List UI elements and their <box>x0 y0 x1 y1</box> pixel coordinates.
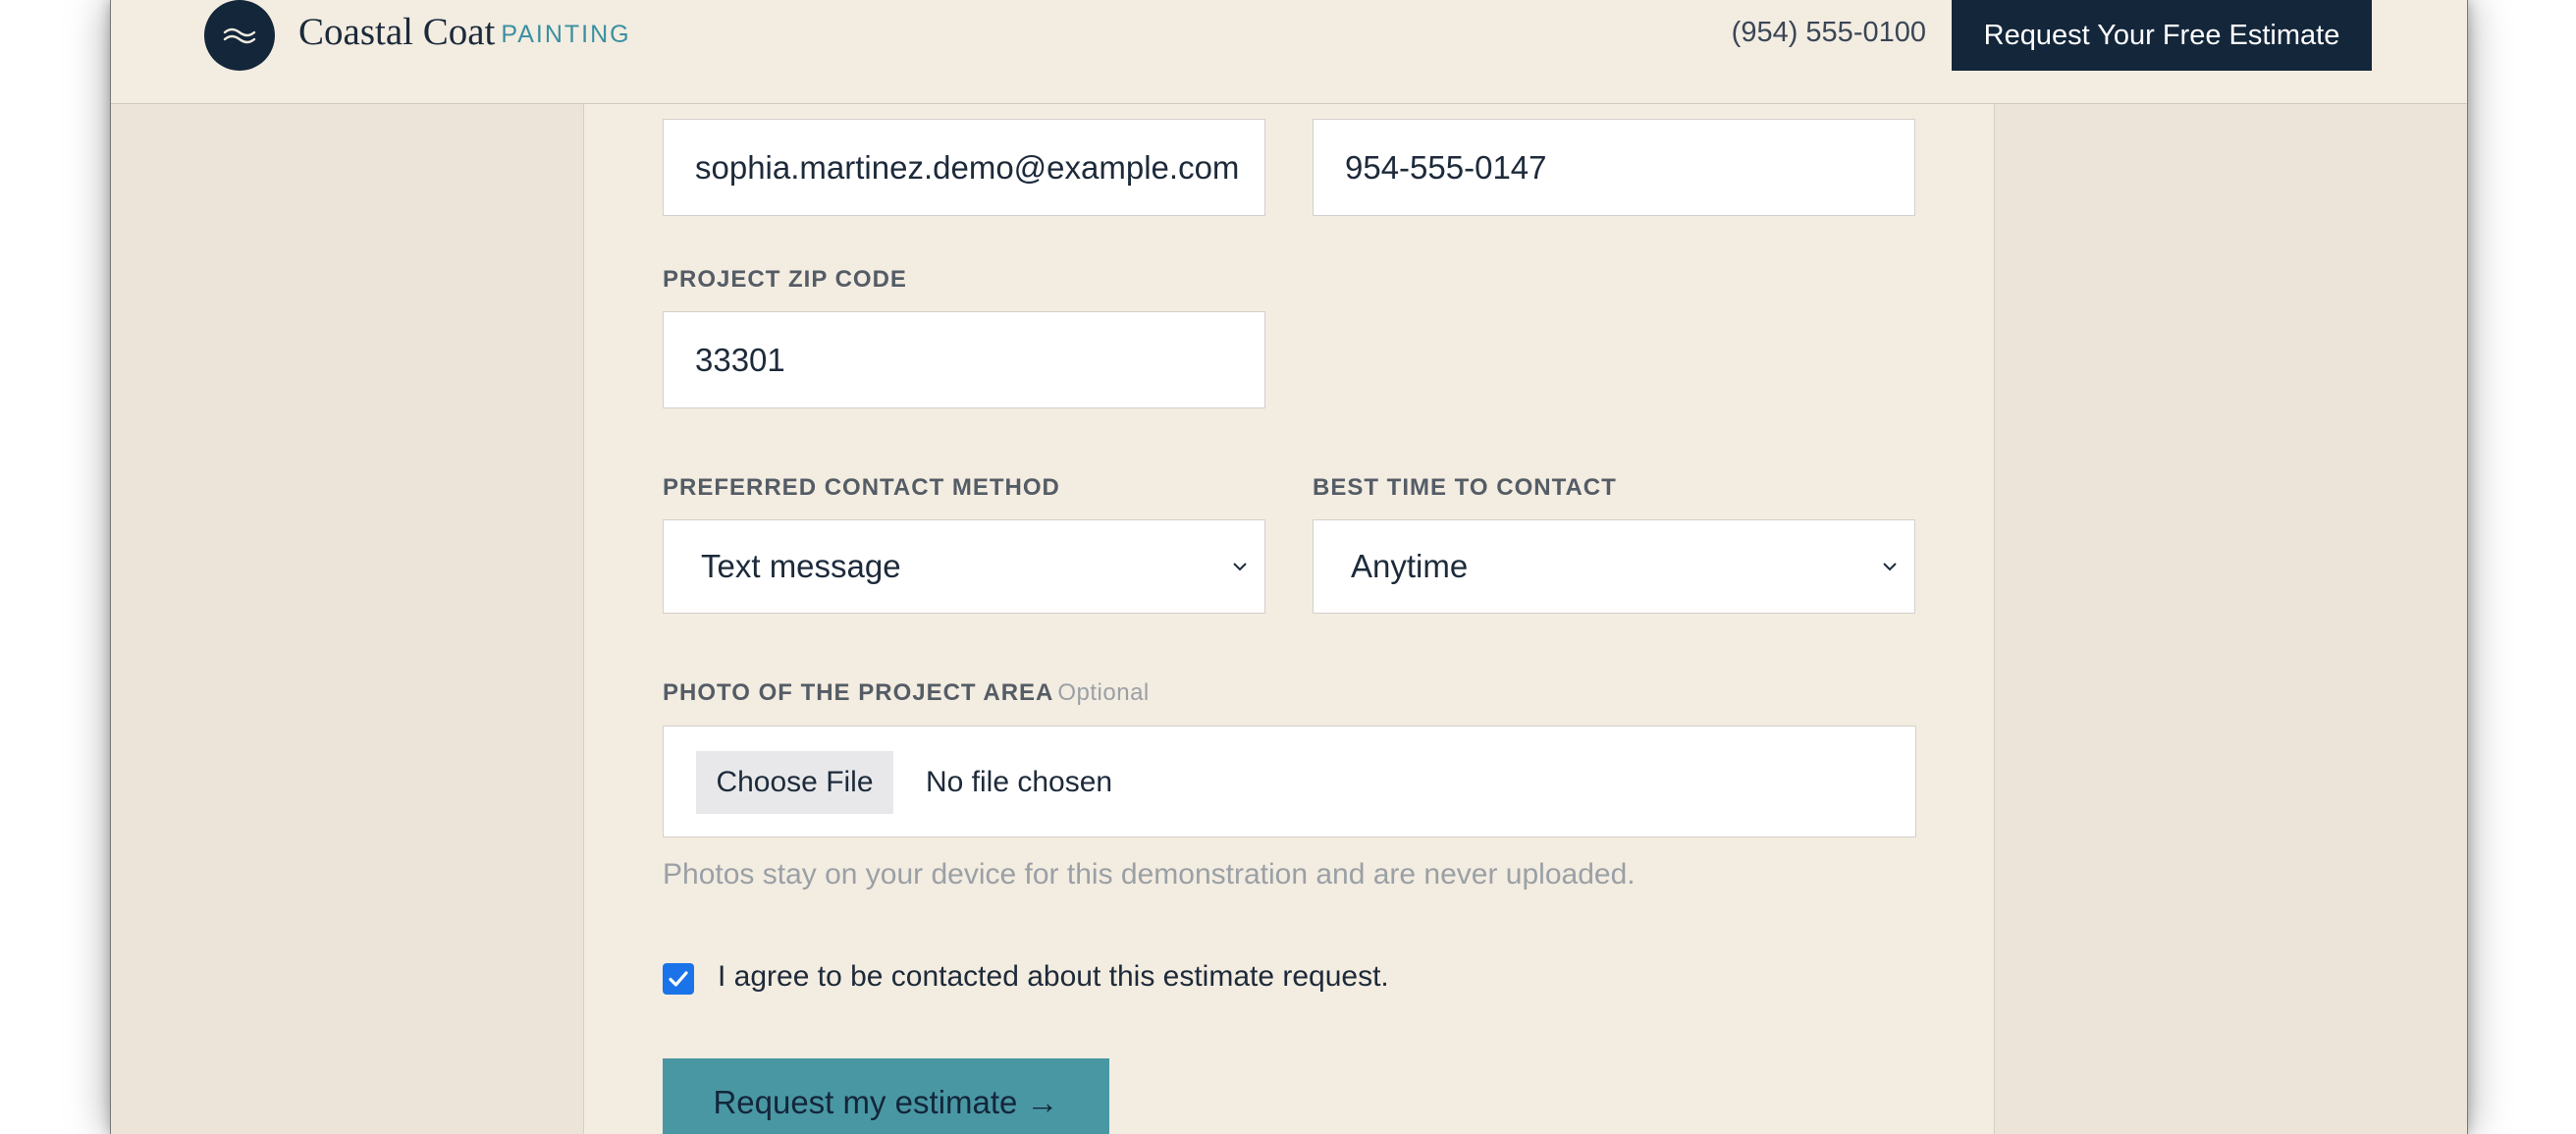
photo-label-text: PHOTO OF THE PROJECT AREA <box>663 679 1054 706</box>
zip-label: PROJECT ZIP CODE <box>663 266 907 293</box>
photo-helper-text: Photos stay on your device for this demo… <box>663 858 1636 891</box>
site-header: Coastal Coat PAINTING (954) 555-0100 Requ… <box>111 0 2467 104</box>
optional-tag: Optional <box>1057 679 1150 706</box>
photo-label: PHOTO OF THE PROJECT AREA Optional <box>663 679 1150 707</box>
brand-subtitle: PAINTING <box>501 21 631 48</box>
agree-label[interactable]: I agree to be contacted about this estim… <box>718 960 1389 994</box>
checkmark-icon <box>669 971 688 987</box>
best-time-label: BEST TIME TO CONTACT <box>1313 474 1617 501</box>
phone-field[interactable]: 954-555-0147 <box>1313 119 1915 216</box>
best-time-select[interactable]: Anytime <box>1313 519 1915 614</box>
email-field[interactable]: sophia.martinez.demo@example.com <box>663 119 1265 216</box>
agree-checkbox[interactable] <box>663 963 694 995</box>
free-estimate-button[interactable]: Request Your Free Estimate <box>1952 0 2372 71</box>
photo-file-input[interactable]: Choose File No file chosen <box>663 726 1916 837</box>
header-phone[interactable]: (954) 555-0100 <box>1732 17 1926 49</box>
browser-window: Coastal Coat PAINTING (954) 555-0100 Requ… <box>110 0 2468 1134</box>
waves-icon <box>223 27 256 44</box>
contact-method-value: Text message <box>701 548 901 584</box>
chevron-down-icon <box>1883 563 1897 571</box>
contact-method-label: PREFERRED CONTACT METHOD <box>663 474 1060 501</box>
brand-name: Coastal Coat <box>298 11 496 53</box>
zip-field[interactable]: 33301 <box>663 311 1265 408</box>
contact-method-select[interactable]: Text message <box>663 519 1265 614</box>
logo-mark[interactable] <box>204 0 275 71</box>
brand-logo[interactable]: Coastal Coat PAINTING <box>298 10 631 54</box>
submit-estimate-button[interactable]: Request my estimate → <box>663 1058 1109 1134</box>
best-time-value: Anytime <box>1351 548 1469 584</box>
no-file-text: No file chosen <box>926 766 1113 798</box>
choose-file-button[interactable]: Choose File <box>696 751 893 814</box>
chevron-down-icon <box>1233 563 1247 571</box>
